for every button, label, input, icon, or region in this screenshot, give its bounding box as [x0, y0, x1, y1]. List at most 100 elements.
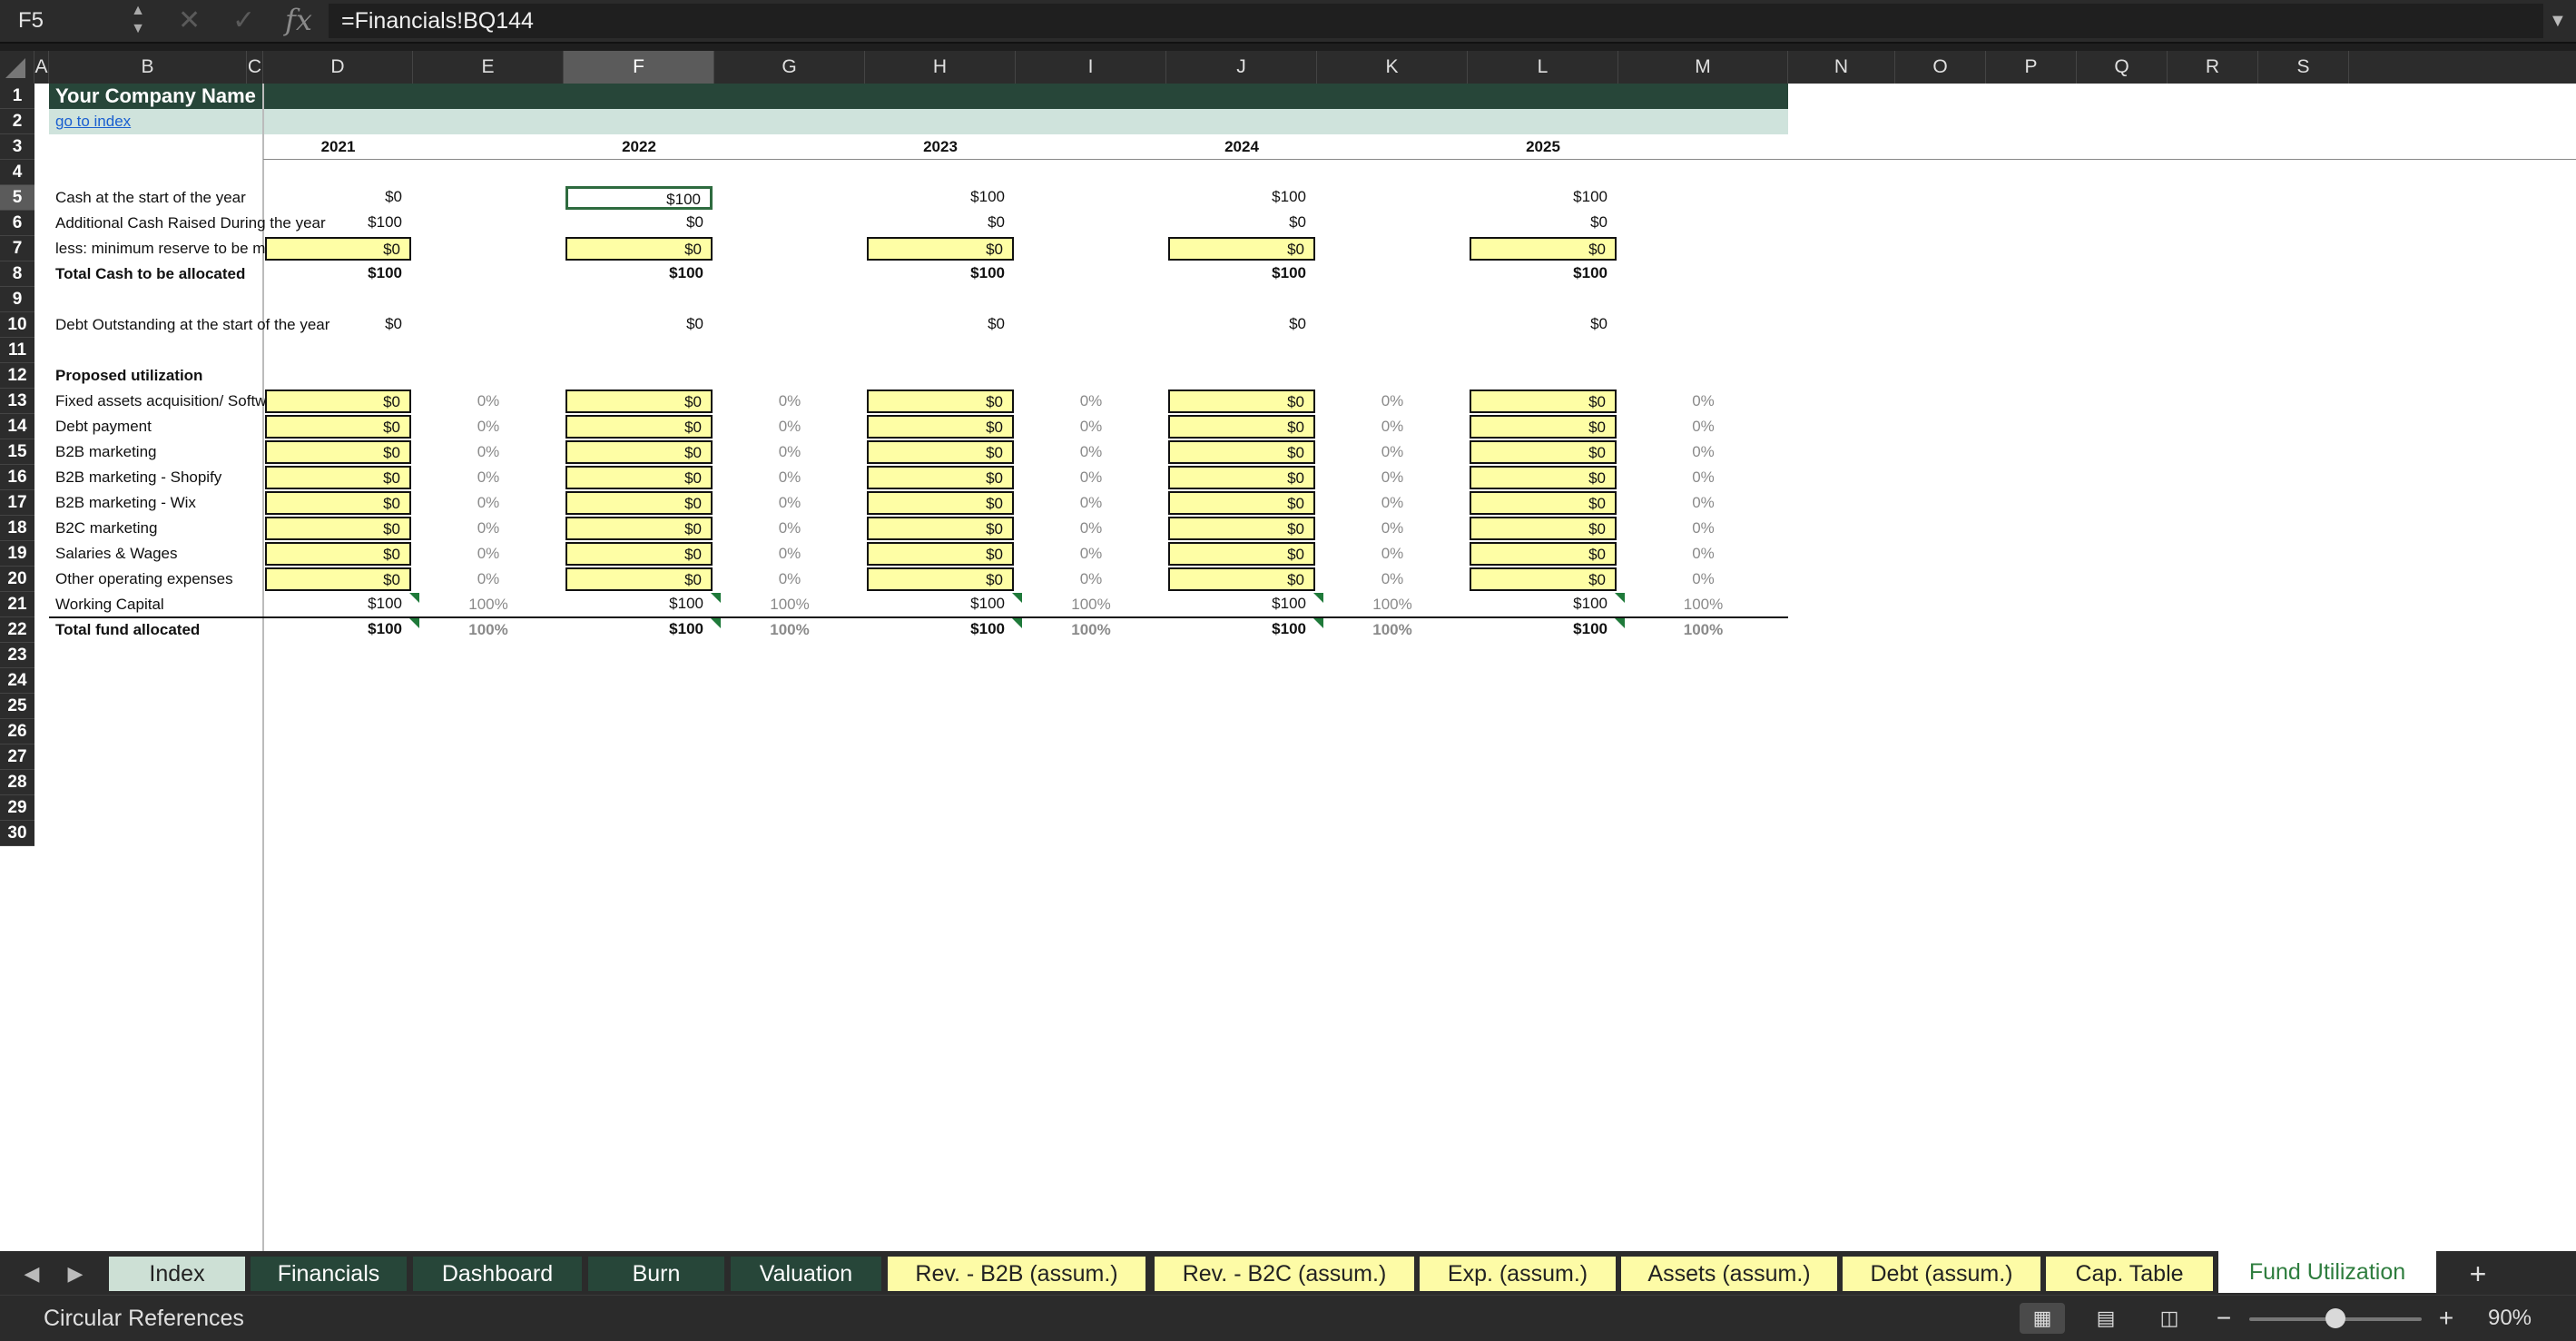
row-header-12[interactable]: 12: [0, 363, 34, 389]
expand-formula-bar-icon[interactable]: ▼: [2549, 4, 2567, 38]
sheet-tab-exp-assum[interactable]: Exp. (assum.): [1420, 1257, 1616, 1291]
row-header-11[interactable]: 11: [0, 338, 34, 363]
util-b2b-marketing-2025[interactable]: $0: [1470, 440, 1617, 464]
total-fund-2023[interactable]: $100: [867, 618, 1014, 642]
util-other-opex-2022[interactable]: $0: [565, 567, 713, 591]
total-cash-2022[interactable]: $100: [565, 262, 713, 286]
row-header-20[interactable]: 20: [0, 567, 34, 592]
cash-start-2021[interactable]: $0: [265, 186, 411, 210]
total-cash-2023[interactable]: $100: [867, 262, 1014, 286]
cancel-icon[interactable]: ✕: [178, 4, 201, 38]
debt-outstanding-2022[interactable]: $0: [565, 313, 713, 337]
util-b2b-marketing-2021[interactable]: $0: [265, 440, 411, 464]
util-fixed-assets-2025[interactable]: $0: [1470, 389, 1617, 413]
column-header-g[interactable]: G: [714, 51, 865, 84]
util-debt-payment-2021[interactable]: $0: [265, 415, 411, 439]
util-b2b-wix-2025[interactable]: $0: [1470, 491, 1617, 515]
working-capital-2024[interactable]: $100: [1168, 593, 1315, 616]
util-b2b-shopify-2022[interactable]: $0: [565, 466, 713, 489]
row-header-8[interactable]: 8: [0, 261, 34, 287]
row-header-23[interactable]: 23: [0, 643, 34, 668]
prev-sheet-icon[interactable]: ◀: [16, 1258, 47, 1293]
debt-outstanding-2021[interactable]: $0: [265, 313, 411, 337]
column-header-c[interactable]: C: [247, 51, 263, 84]
row-header-13[interactable]: 13: [0, 389, 34, 414]
util-b2b-wix-2021[interactable]: $0: [265, 491, 411, 515]
function-icon[interactable]: fx: [285, 2, 312, 38]
total-fund-2022[interactable]: $100: [565, 618, 713, 642]
row-header-5[interactable]: 5: [0, 185, 34, 211]
row-header-25[interactable]: 25: [0, 694, 34, 719]
additional-cash-2021[interactable]: $100: [265, 212, 411, 235]
cash-start-2023[interactable]: $100: [867, 186, 1014, 210]
total-fund-2025[interactable]: $100: [1470, 618, 1617, 642]
column-header-n[interactable]: N: [1788, 51, 1895, 84]
util-b2b-wix-2022[interactable]: $0: [565, 491, 713, 515]
util-b2b-shopify-2025[interactable]: $0: [1470, 466, 1617, 489]
util-b2b-shopify-2021[interactable]: $0: [265, 466, 411, 489]
util-b2b-marketing-2023[interactable]: $0: [867, 440, 1014, 464]
sheet-tab-assets-assum[interactable]: Assets (assum.): [1621, 1257, 1837, 1291]
page-layout-view-icon[interactable]: ▤: [2083, 1303, 2129, 1334]
util-b2b-wix-2023[interactable]: $0: [867, 491, 1014, 515]
util-other-opex-2021[interactable]: $0: [265, 567, 411, 591]
util-salaries-2025[interactable]: $0: [1470, 542, 1617, 566]
util-debt-payment-2022[interactable]: $0: [565, 415, 713, 439]
util-other-opex-2024[interactable]: $0: [1168, 567, 1315, 591]
util-b2c-marketing-2022[interactable]: $0: [565, 517, 713, 540]
row-header-27[interactable]: 27: [0, 744, 34, 770]
column-header-m[interactable]: M: [1618, 51, 1788, 84]
normal-view-icon[interactable]: ▦: [2020, 1303, 2065, 1334]
spreadsheet-grid[interactable]: ABCDEFGHIJKLMNOPQRS 1 2 3 4 5 6 7 8 9 10 11 12 13 14 1…: [0, 51, 2576, 1251]
util-fixed-assets-2023[interactable]: $0: [867, 389, 1014, 413]
sheet-tab-rev-b2c-assum[interactable]: Rev. - B2C (assum.): [1155, 1257, 1414, 1291]
column-header-b[interactable]: B: [49, 51, 247, 84]
row-header-18[interactable]: 18: [0, 516, 34, 541]
util-b2c-marketing-2025[interactable]: $0: [1470, 517, 1617, 540]
column-header-e[interactable]: E: [413, 51, 564, 84]
row-header-30[interactable]: 30: [0, 821, 34, 846]
min-reserve-2025[interactable]: $0: [1470, 237, 1617, 261]
sheet-tab-financials[interactable]: Financials: [251, 1257, 407, 1291]
column-header-q[interactable]: Q: [2077, 51, 2168, 84]
next-sheet-icon[interactable]: ▶: [60, 1258, 91, 1293]
working-capital-2023[interactable]: $100: [867, 593, 1014, 616]
row-header-29[interactable]: 29: [0, 795, 34, 821]
util-b2b-wix-2024[interactable]: $0: [1168, 491, 1315, 515]
additional-cash-2023[interactable]: $0: [867, 212, 1014, 235]
util-b2b-shopify-2024[interactable]: $0: [1168, 466, 1315, 489]
util-salaries-2022[interactable]: $0: [565, 542, 713, 566]
column-header-s[interactable]: S: [2258, 51, 2349, 84]
row-header-7[interactable]: 7: [0, 236, 34, 261]
sheet-tab-dashboard[interactable]: Dashboard: [413, 1257, 582, 1291]
working-capital-2022[interactable]: $100: [565, 593, 713, 616]
total-cash-2021[interactable]: $100: [265, 262, 411, 286]
row-header-9[interactable]: 9: [0, 287, 34, 312]
row-header-28[interactable]: 28: [0, 770, 34, 795]
row-header-22[interactable]: 22: [0, 617, 34, 643]
total-fund-2024[interactable]: $100: [1168, 618, 1315, 642]
confirm-icon[interactable]: ✓: [232, 4, 255, 38]
total-fund-2021[interactable]: $100: [265, 618, 411, 642]
cash-start-2025[interactable]: $100: [1470, 186, 1617, 210]
column-header-j[interactable]: J: [1166, 51, 1317, 84]
util-b2b-shopify-2023[interactable]: $0: [867, 466, 1014, 489]
additional-cash-2024[interactable]: $0: [1168, 212, 1315, 235]
page-break-view-icon[interactable]: ◫: [2147, 1303, 2192, 1334]
column-header-l[interactable]: L: [1468, 51, 1618, 84]
working-capital-2021[interactable]: $100: [265, 593, 411, 616]
column-header-i[interactable]: I: [1016, 51, 1166, 84]
min-reserve-2024[interactable]: $0: [1168, 237, 1315, 261]
debt-outstanding-2023[interactable]: $0: [867, 313, 1014, 337]
row-header-3[interactable]: 3: [0, 134, 34, 160]
sheet-tab-fund-utilization[interactable]: Fund Utilization: [2218, 1251, 2436, 1293]
column-header-f[interactable]: F: [564, 51, 714, 84]
formula-input[interactable]: =Financials!BQ144: [329, 4, 2543, 38]
util-fixed-assets-2021[interactable]: $0: [265, 389, 411, 413]
row-header-2[interactable]: 2: [0, 109, 34, 134]
zoom-in-button[interactable]: +: [2424, 1303, 2469, 1334]
util-b2c-marketing-2023[interactable]: $0: [867, 517, 1014, 540]
row-header-26[interactable]: 26: [0, 719, 34, 744]
util-debt-payment-2025[interactable]: $0: [1470, 415, 1617, 439]
zoom-slider-thumb[interactable]: [2325, 1308, 2345, 1328]
